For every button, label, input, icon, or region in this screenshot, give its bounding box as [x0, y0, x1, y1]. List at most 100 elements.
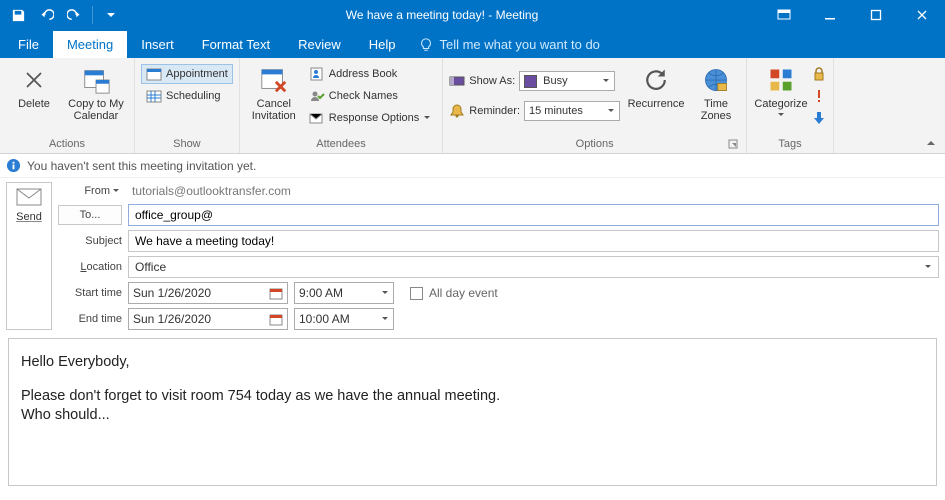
window-title: We have a meeting today! - Meeting [123, 8, 761, 22]
group-attendees: Cancel Invitation Address Book Check Nam… [240, 58, 444, 153]
save-button[interactable] [6, 3, 30, 27]
reminder-combo[interactable]: 15 minutes [524, 101, 620, 121]
lightbulb-icon [419, 38, 433, 52]
to-field[interactable] [128, 204, 939, 226]
time-zones-button[interactable]: Time Zones [692, 62, 740, 124]
tab-help[interactable]: Help [355, 31, 410, 58]
group-tags: Categorize Tags [747, 58, 834, 153]
appointment-button[interactable]: Appointment [141, 64, 233, 84]
show-as-combo[interactable]: Busy [519, 71, 615, 91]
group-show: Appointment Scheduling Show [135, 58, 240, 153]
recurrence-icon [640, 64, 672, 96]
start-date-picker[interactable]: Sun 1/26/2020 [128, 282, 288, 304]
calendar-icon [269, 313, 283, 326]
scheduling-button[interactable]: Scheduling [141, 86, 233, 106]
response-options-button[interactable]: Response Options [304, 108, 437, 128]
reminder-label: Reminder: [469, 105, 520, 117]
body-line: Who should... [21, 406, 924, 426]
send-icon [14, 187, 44, 207]
chevron-down-icon [381, 315, 389, 323]
subject-label: Subject [58, 235, 122, 247]
group-actions-label: Actions [6, 136, 128, 153]
title-bar: We have a meeting today! - Meeting [0, 0, 945, 30]
maximize-button[interactable] [853, 0, 899, 30]
recurrence-button[interactable]: Recurrence [628, 62, 684, 112]
appointment-icon [146, 67, 162, 81]
checkbox-icon [410, 287, 423, 300]
minimize-button[interactable] [807, 0, 853, 30]
group-attendees-label: Attendees [246, 136, 437, 153]
body-line: Please don't forget to visit room 754 to… [21, 387, 924, 407]
globe-icon [700, 64, 732, 96]
delete-icon [18, 64, 50, 96]
calendar-icon [269, 287, 283, 300]
close-button[interactable] [899, 0, 945, 30]
end-date-picker[interactable]: Sun 1/26/2020 [128, 308, 288, 330]
address-book-button[interactable]: Address Book [304, 64, 437, 84]
from-value: tutorials@outlooktransfer.com [126, 182, 939, 200]
chevron-down-icon [602, 77, 610, 85]
chevron-down-icon [607, 107, 615, 115]
message-body[interactable]: Hello Everybody, Please don't forget to … [8, 338, 937, 486]
ribbon-tabs: File Meeting Insert Format Text Review H… [0, 30, 945, 58]
redo-button[interactable] [62, 3, 86, 27]
check-names-button[interactable]: Check Names [304, 86, 437, 106]
tab-file[interactable]: File [4, 31, 53, 58]
cancel-invitation-button[interactable]: Cancel Invitation [246, 62, 302, 124]
response-options-icon [309, 111, 325, 125]
group-options-label: Options [449, 136, 740, 153]
qat-customize-button[interactable] [99, 3, 123, 27]
ribbon-display-options-button[interactable] [761, 0, 807, 30]
tell-me-label: Tell me what you want to do [439, 37, 599, 52]
show-as-icon [449, 74, 465, 88]
tab-review[interactable]: Review [284, 31, 355, 58]
tab-insert[interactable]: Insert [127, 31, 188, 58]
private-button[interactable] [811, 66, 827, 82]
dialog-launcher-icon[interactable] [728, 139, 740, 151]
end-time-label: End time [58, 313, 122, 325]
all-day-checkbox[interactable]: All day event [410, 286, 498, 300]
info-text: You haven't sent this meeting invitation… [27, 159, 256, 173]
info-icon [6, 158, 21, 173]
quick-access-toolbar [0, 3, 123, 27]
categorize-icon [765, 64, 797, 96]
collapse-ribbon-button[interactable] [925, 137, 937, 149]
chevron-down-icon [381, 289, 389, 297]
group-show-label: Show [141, 136, 233, 153]
check-names-icon [309, 89, 325, 103]
ribbon: Delete Copy to My Calendar Actions Appoi… [0, 58, 945, 154]
from-label[interactable]: From [58, 185, 120, 197]
address-book-icon [309, 67, 325, 81]
tab-meeting[interactable]: Meeting [53, 31, 127, 58]
chevron-down-icon [924, 263, 932, 271]
subject-field[interactable] [128, 230, 939, 252]
group-options: Show As: Busy Reminder: 15 minutes [443, 58, 747, 153]
low-importance-button[interactable] [811, 110, 827, 126]
tell-me-search[interactable]: Tell me what you want to do [409, 31, 609, 58]
busy-swatch-icon [524, 75, 537, 88]
cancel-invitation-icon [258, 64, 290, 96]
end-time-picker[interactable]: 10:00 AM [294, 308, 394, 330]
undo-button[interactable] [34, 3, 58, 27]
delete-button[interactable]: Delete [6, 62, 62, 112]
meeting-form: Send From tutorials@outlooktransfer.com … [0, 178, 945, 330]
reminder-icon [449, 103, 465, 119]
dropdown-icon [423, 114, 431, 122]
calendar-copy-icon [80, 64, 112, 96]
scheduling-icon [146, 89, 162, 103]
info-bar: You haven't sent this meeting invitation… [0, 154, 945, 178]
start-time-picker[interactable]: 9:00 AM [294, 282, 394, 304]
location-label: Location [58, 261, 122, 273]
send-button[interactable]: Send [6, 182, 52, 330]
copy-to-calendar-button[interactable]: Copy to My Calendar [64, 62, 128, 124]
high-importance-button[interactable] [811, 88, 827, 104]
categorize-button[interactable]: Categorize [753, 62, 809, 120]
location-combo[interactable]: Office [128, 256, 939, 278]
show-as-label: Show As: [469, 75, 515, 87]
body-line: Hello Everybody, [21, 353, 924, 373]
to-button[interactable]: To... [58, 205, 122, 225]
start-time-label: Start time [58, 287, 122, 299]
window-controls [761, 0, 945, 30]
tab-format-text[interactable]: Format Text [188, 31, 284, 58]
group-tags-label: Tags [753, 136, 827, 153]
